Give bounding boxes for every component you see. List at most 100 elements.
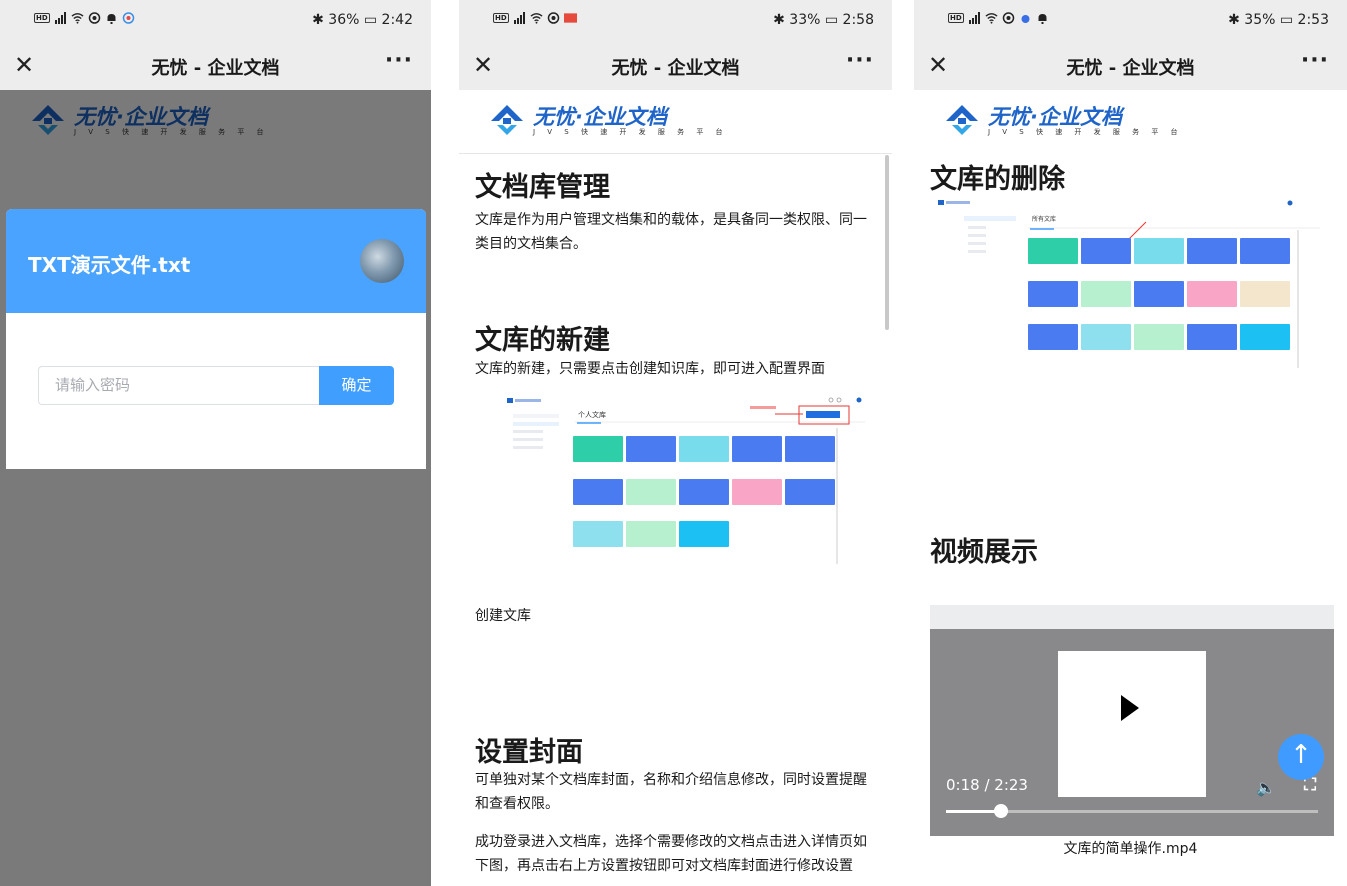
notification-icon <box>1002 12 1014 24</box>
status-right: ✱ 35% ▭ 2:53 <box>1228 12 1329 28</box>
battery-percent: 33% <box>789 12 821 28</box>
page-title: 无忧 - 企业文档 <box>611 58 740 79</box>
back-to-top-icon: ↑ <box>1290 740 1312 770</box>
logo-mark-icon <box>491 105 523 135</box>
more-icon[interactable]: ··· <box>1301 48 1329 73</box>
password-input[interactable]: 请输入密码 <box>38 366 319 405</box>
video-player[interactable]: 0:18 / 2:23 🔈 ⛶ <box>930 605 1334 836</box>
video-progress-fill <box>946 810 1002 813</box>
image-caption: 创建文库 <box>475 608 531 624</box>
signal-icon <box>513 12 525 24</box>
phone-screen-video: HD ✱ 35% ▭ 2:53 ✕ 无忧 - 企业文档 ··· 无忧·企业文档 … <box>914 0 1347 886</box>
logo-mark-icon <box>946 105 978 135</box>
section-text: 文库的新建，只需要点击创建知识库，即可进入配置界面 <box>475 361 825 377</box>
delete-library-screenshot: 所有文库 <box>936 196 1320 368</box>
status-icons: HD <box>34 12 135 24</box>
dialog-header: TXT演示文件.txt <box>6 209 426 313</box>
signal-icon <box>54 12 66 24</box>
create-library-screenshot: 个人文库 <box>505 392 865 564</box>
library-card <box>732 479 782 505</box>
page-title: 无忧 - 企业文档 <box>1066 58 1195 79</box>
library-card <box>1240 238 1290 264</box>
battery-icon: ▭ <box>824 12 839 28</box>
library-card <box>1028 281 1078 307</box>
wifi-icon <box>71 13 84 24</box>
library-card <box>1081 324 1131 350</box>
play-icon[interactable] <box>1090 670 1166 746</box>
mini-tab-label: 所有文库 <box>1032 216 1057 223</box>
signal-icon <box>968 12 980 24</box>
hd-icon: HD <box>34 13 50 23</box>
page-title: 无忧 - 企业文档 <box>151 58 280 79</box>
notification-icon <box>88 12 100 24</box>
file-name: TXT演示文件.txt <box>28 253 191 277</box>
library-card <box>1081 281 1131 307</box>
progress-knob[interactable] <box>994 804 1009 818</box>
logo-tagline: J V S 快 速 开 发 服 务 平 台 <box>988 128 1183 136</box>
library-card <box>1134 281 1184 307</box>
back-to-top-button[interactable]: ↑ <box>1278 734 1324 780</box>
scrollbar[interactable] <box>885 155 889 330</box>
header-divider <box>459 153 892 154</box>
title-bar: ✕ 无忧 - 企业文档 ··· <box>914 42 1347 90</box>
logo-tagline: J V S 快 速 开 发 服 务 平 台 <box>533 128 728 136</box>
title-bar: ✕ 无忧 - 企业文档 ··· <box>459 42 892 90</box>
more-icon[interactable]: ··· <box>385 48 413 73</box>
brand-logo: 无忧·企业文档 J V S 快 速 开 发 服 务 平 台 <box>944 101 1178 141</box>
section-text: 成功登录进入文档库，选择个需要修改的文档点击进入详情页如下图，再点击右上方设置按… <box>475 834 867 874</box>
phone-screen-password: HD ✱ 36% ▭ 2:42 ✕ 无忧 - 企业文档 ··· 无忧·企业文档 … <box>0 0 431 886</box>
library-card <box>1240 281 1290 307</box>
status-right: ✱ 33% ▭ 2:58 <box>773 12 874 28</box>
mini-tab-label: 个人文库 <box>578 411 606 419</box>
title-bar: ✕ 无忧 - 企业文档 ··· <box>0 42 431 90</box>
password-dialog: TXT演示文件.txt 请输入密码 确定 <box>6 209 426 469</box>
library-card <box>732 436 782 462</box>
library-card <box>1187 324 1237 350</box>
section-title: 文库的删除 <box>930 164 1065 195</box>
section-text: 可单独对某个文档库封面，名称和介绍信息修改，同时设置提醒和查看权限。 <box>475 772 867 812</box>
status-bar: HD ✱ 33% ▭ 2:58 <box>459 0 892 42</box>
library-card <box>573 521 623 547</box>
battery-percent: 35% <box>1244 12 1276 28</box>
bluetooth-icon: ✱ <box>773 12 785 28</box>
battery-icon: ▭ <box>1279 12 1294 28</box>
section-title: 文库的新建 <box>475 325 610 356</box>
library-card <box>1240 324 1290 350</box>
status-right: ✱ 36% ▭ 2:42 <box>312 12 413 28</box>
bluetooth-icon: ✱ <box>312 12 324 28</box>
status-bar: HD ✱ 36% ▭ 2:42 <box>0 0 431 42</box>
volume-icon[interactable]: 🔈 <box>1256 778 1276 797</box>
library-card <box>679 479 729 505</box>
bell-icon <box>107 14 116 24</box>
library-card <box>626 436 676 462</box>
status-icons: HD <box>493 12 577 24</box>
bell-icon <box>1038 14 1047 24</box>
section-title: 设置封面 <box>475 737 583 768</box>
library-card <box>1081 238 1131 264</box>
library-card <box>785 479 835 505</box>
library-card <box>679 521 729 547</box>
library-card <box>1028 238 1078 264</box>
wifi-icon <box>985 13 998 24</box>
more-icon[interactable]: ··· <box>846 48 874 73</box>
library-card <box>573 479 623 505</box>
phone-screen-doc: HD ✱ 33% ▭ 2:58 ✕ 无忧 - 企业文档 ··· 无忧·企业文档 … <box>459 0 892 886</box>
app-icon <box>122 12 134 24</box>
library-card <box>1187 281 1237 307</box>
video-caption: 文库的简单操作.mp4 <box>1063 841 1198 857</box>
library-card <box>626 479 676 505</box>
section-text: 文库是作为用户管理文档集和的载体，是具备同一类权限、同一类目的文档集合。 <box>475 212 867 252</box>
video-time: 0:18 / 2:23 <box>946 776 1028 794</box>
avatar <box>360 239 404 283</box>
clock: 2:53 <box>1297 12 1329 28</box>
wifi-icon <box>530 13 543 24</box>
status-bar: HD ✱ 35% ▭ 2:53 <box>914 0 1347 42</box>
battery-percent: 36% <box>328 12 360 28</box>
notification-icon <box>547 12 559 24</box>
section-title: 文档库管理 <box>475 172 610 203</box>
library-card <box>573 436 623 462</box>
confirm-button[interactable]: 确定 <box>319 366 394 405</box>
hd-icon: HD <box>948 13 964 23</box>
library-card <box>1187 238 1237 264</box>
battery-icon: ▭ <box>363 12 378 28</box>
